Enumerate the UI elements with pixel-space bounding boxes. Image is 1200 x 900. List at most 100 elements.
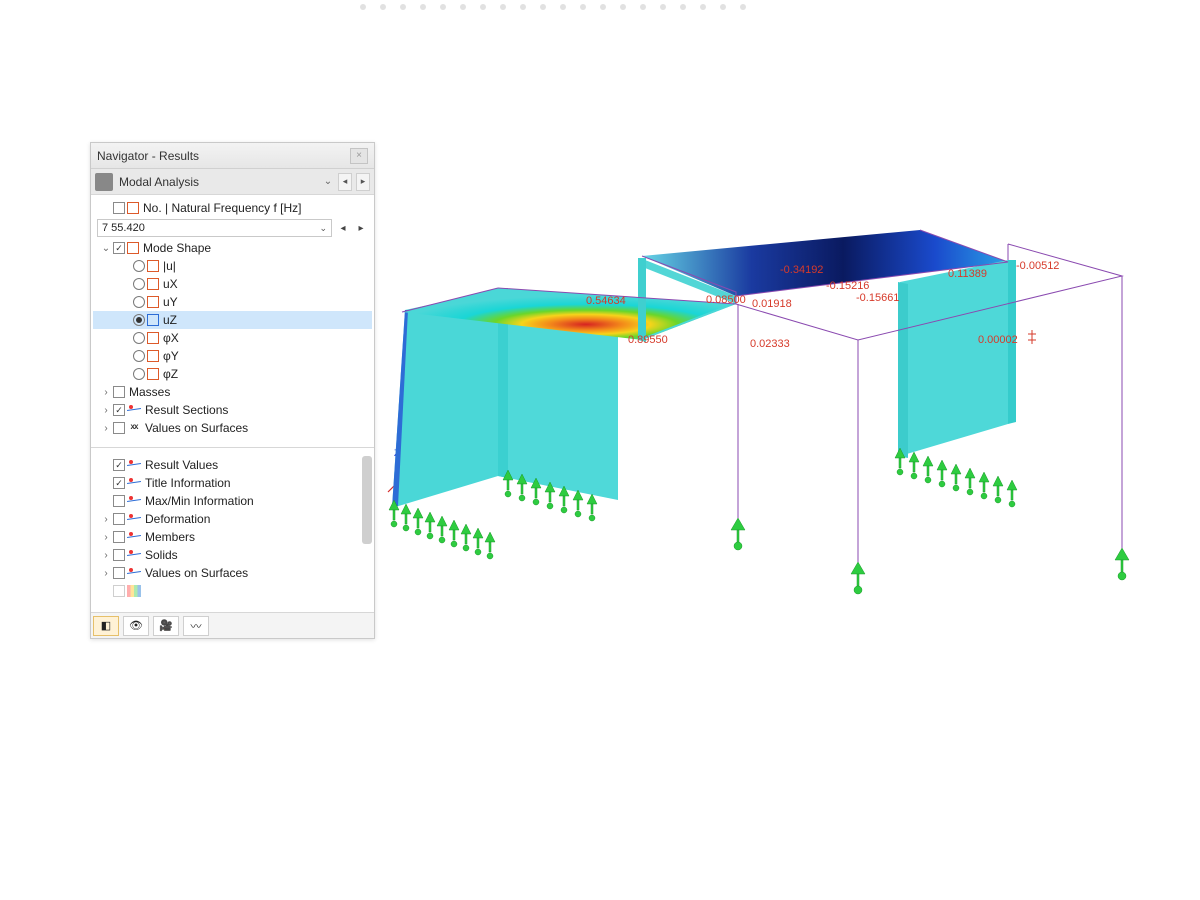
mode-phiz-radio[interactable] <box>133 368 145 380</box>
values-on-surfaces-row[interactable]: › xx Values on Surfaces <box>93 419 372 437</box>
chevron-right-icon[interactable]: › <box>101 568 111 579</box>
frequency-selected-value: 7 55.420 <box>102 222 145 234</box>
result-sections-row[interactable]: › Result Sections <box>93 401 372 419</box>
camera-button[interactable]: 🎥 <box>153 616 179 636</box>
panel-title: Navigator - Results <box>97 149 350 163</box>
table-icon <box>147 314 159 326</box>
mode-phiy-label: φY <box>163 349 179 363</box>
chevron-down-icon[interactable]: ⌄ <box>322 176 334 187</box>
maxmin-row[interactable]: Max/Min Information <box>93 492 372 510</box>
mode-shape-row[interactable]: ⌄ Mode Shape <box>93 239 372 257</box>
top-toolbar <box>0 0 1200 14</box>
mode-ux-row[interactable]: uX <box>93 275 372 293</box>
maxmin-icon <box>127 495 141 507</box>
table-icon <box>147 368 159 380</box>
values-on-surfaces-label: Values on Surfaces <box>145 421 248 435</box>
mode-phix-row[interactable]: φX <box>93 329 372 347</box>
mode-phix-label: φX <box>163 331 179 345</box>
gradient-icon <box>127 585 141 597</box>
result-values-checkbox[interactable] <box>113 459 125 471</box>
values-on-surfaces-checkbox[interactable] <box>113 422 125 434</box>
mode-uy-label: uY <box>163 295 178 309</box>
values-icon: xx <box>127 422 141 434</box>
table-icon <box>127 242 139 254</box>
natural-frequency-header-row[interactable]: No. | Natural Frequency f [Hz] <box>93 199 372 217</box>
values-icon <box>127 459 141 471</box>
deformation-checkbox[interactable] <box>113 513 125 525</box>
chevron-right-icon[interactable]: › <box>101 405 111 416</box>
mode-u-abs-row[interactable]: |u| <box>93 257 372 275</box>
result-values-row[interactable]: Result Values <box>93 456 372 474</box>
chevron-right-icon[interactable]: › <box>101 514 111 525</box>
result-value: 0.08500 <box>706 294 746 306</box>
scrollbar-thumb[interactable] <box>362 456 372 544</box>
next-analysis-button[interactable]: ▸ <box>356 173 370 191</box>
analysis-selector[interactable]: Modal Analysis ⌄ ◂ ▸ <box>91 169 374 195</box>
chevron-right-icon[interactable]: › <box>101 423 111 434</box>
result-value: 0.54634 <box>586 295 626 307</box>
mode-u-abs-label: |u| <box>163 259 176 273</box>
frequency-dropdown[interactable]: 7 55.420 ⌄ <box>97 219 332 237</box>
info-icon <box>127 477 141 489</box>
view-mode-1-button[interactable]: ◧ <box>93 616 119 636</box>
deformation-icon <box>127 513 141 525</box>
mode-ux-radio[interactable] <box>133 278 145 290</box>
title-info-row[interactable]: Title Information <box>93 474 372 492</box>
panel-titlebar[interactable]: Navigator - Results × <box>91 143 374 169</box>
mode-uy-radio[interactable] <box>133 296 145 308</box>
mode-uz-radio[interactable] <box>133 314 145 326</box>
next-frequency-button[interactable]: ▸ <box>354 219 368 237</box>
chevron-down-icon[interactable]: ⌄ <box>101 243 111 254</box>
cutoff-row: › <box>93 582 372 600</box>
result-value: -0.15216 <box>826 280 869 292</box>
maxmin-checkbox[interactable] <box>113 495 125 507</box>
result-sections-label: Result Sections <box>145 403 228 417</box>
panel-footer: ◧ 👁 🎥 〰 <box>91 612 374 638</box>
prev-analysis-button[interactable]: ◂ <box>338 173 352 191</box>
mode-phix-radio[interactable] <box>133 332 145 344</box>
result-value: 0.02333 <box>750 338 790 350</box>
mode-phiy-radio[interactable] <box>133 350 145 362</box>
deformation-row[interactable]: › Deformation <box>93 510 372 528</box>
mode-shape-checkbox[interactable] <box>113 242 125 254</box>
mode-uz-row[interactable]: uZ <box>93 311 372 329</box>
prev-frequency-button[interactable]: ◂ <box>336 219 350 237</box>
solids-checkbox[interactable] <box>113 549 125 561</box>
divider <box>91 447 374 448</box>
title-info-checkbox[interactable] <box>113 477 125 489</box>
mode-phiz-row[interactable]: φZ <box>93 365 372 383</box>
result-sections-checkbox[interactable] <box>113 404 125 416</box>
values-on-surfaces-disp-checkbox[interactable] <box>113 567 125 579</box>
chevron-right-icon[interactable]: › <box>101 532 111 543</box>
visibility-button[interactable]: 👁 <box>123 616 149 636</box>
masses-checkbox[interactable] <box>113 386 125 398</box>
masses-label: Masses <box>129 385 170 399</box>
chevron-right-icon[interactable]: › <box>101 387 111 398</box>
natural-frequency-checkbox[interactable] <box>113 202 125 214</box>
model-viewport[interactable]: Z Y <box>380 210 1160 630</box>
table-icon <box>147 260 159 272</box>
mode-u-abs-radio[interactable] <box>133 260 145 272</box>
section-button[interactable]: 〰 <box>183 616 209 636</box>
result-value: -0.00512 <box>1016 260 1059 272</box>
mode-uy-row[interactable]: uY <box>93 293 372 311</box>
title-info-label: Title Information <box>145 476 231 490</box>
masses-row[interactable]: › Masses <box>93 383 372 401</box>
values-on-surfaces-disp-label: Values on Surfaces <box>145 566 248 580</box>
result-values-label: Result Values <box>145 458 218 472</box>
members-row[interactable]: › Members <box>93 528 372 546</box>
solids-row[interactable]: › Solids <box>93 546 372 564</box>
table-icon <box>147 296 159 308</box>
natural-frequency-label: No. | Natural Frequency f [Hz] <box>143 201 302 215</box>
solids-icon <box>127 549 141 561</box>
members-checkbox[interactable] <box>113 531 125 543</box>
solids-label: Solids <box>145 548 178 562</box>
close-icon[interactable]: × <box>350 148 368 164</box>
chevron-right-icon[interactable]: › <box>101 550 111 561</box>
result-value: 0.00002 <box>978 334 1018 346</box>
values-on-surfaces-disp-row[interactable]: › Values on Surfaces <box>93 564 372 582</box>
maxmin-label: Max/Min Information <box>145 494 254 508</box>
frequency-dropdown-row: 7 55.420 ⌄ ◂ ▸ <box>93 217 372 239</box>
mode-phiz-label: φZ <box>163 367 178 381</box>
mode-phiy-row[interactable]: φY <box>93 347 372 365</box>
